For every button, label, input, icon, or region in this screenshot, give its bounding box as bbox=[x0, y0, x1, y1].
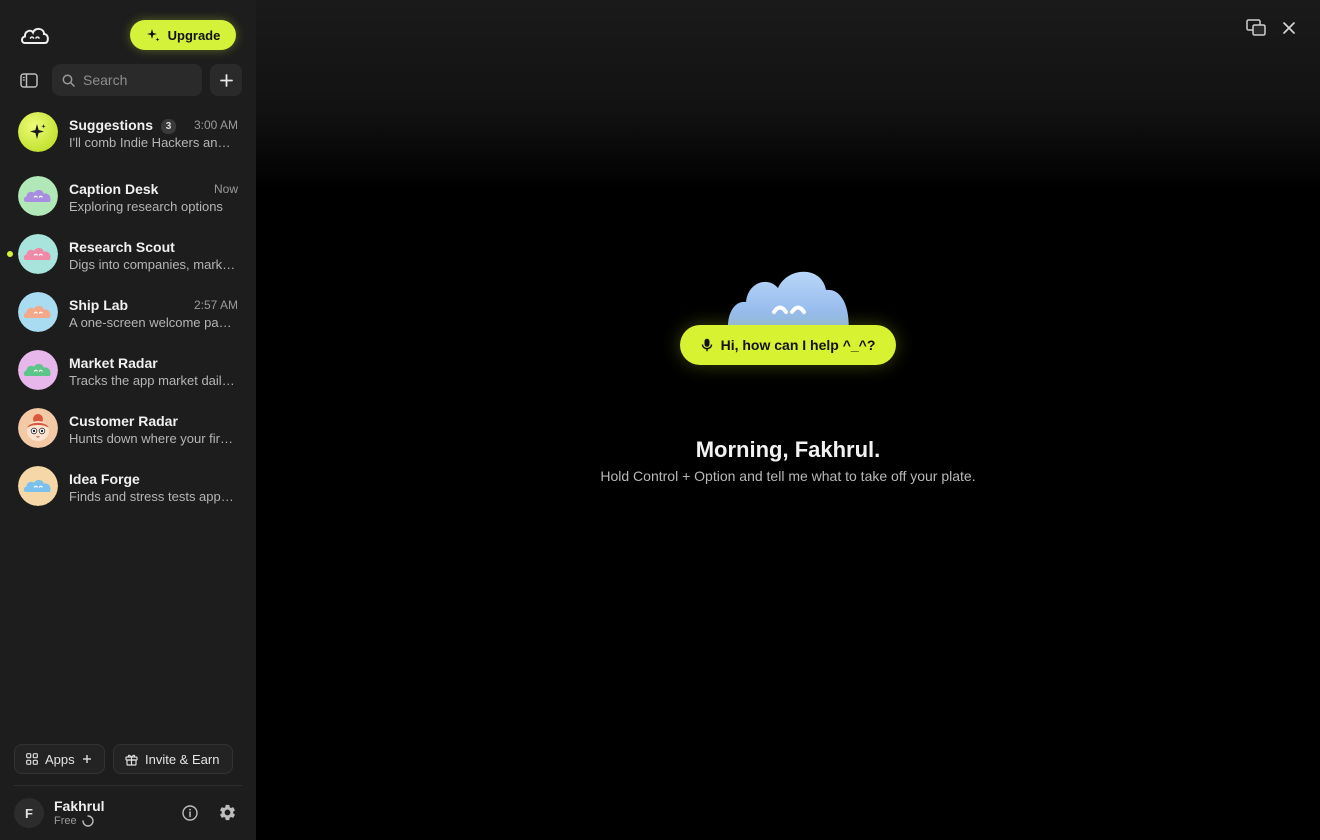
idea-forge-avatar bbox=[18, 466, 58, 506]
help-label: Hi, how can I help ^_^? bbox=[720, 337, 876, 353]
user-avatar[interactable]: F bbox=[14, 798, 44, 828]
sparkle-icon bbox=[146, 29, 160, 42]
upgrade-label: Upgrade bbox=[167, 27, 221, 43]
search-input[interactable] bbox=[83, 72, 193, 88]
apps-button[interactable]: Apps bbox=[14, 744, 105, 774]
chat-time: Now bbox=[213, 182, 238, 196]
plus-icon bbox=[82, 755, 91, 763]
invite-earn-button[interactable]: Invite & Earn bbox=[113, 744, 233, 774]
sidebar: Upgrade Search Suggestions 3 3:00 AM I'l… bbox=[0, 0, 256, 840]
sidebar-toggle-icon[interactable] bbox=[18, 70, 40, 90]
sparkle-icon bbox=[18, 112, 58, 152]
chat-preview: Digs into companies, markets and people bbox=[69, 257, 237, 272]
chat-item-caption-desk[interactable]: Caption Desk Now Exploring research opti… bbox=[0, 168, 256, 226]
chat-preview: A one-screen welcome page for your app bbox=[69, 315, 237, 330]
caption-desk-avatar bbox=[18, 176, 58, 216]
divider bbox=[14, 785, 242, 786]
chat-item-customer-radar[interactable]: Customer Radar Hunts down where your fir… bbox=[0, 400, 256, 458]
research-scout-avatar bbox=[18, 234, 58, 274]
chat-preview: Tracks the app market daily for you bbox=[69, 373, 237, 388]
suggestions-avatar bbox=[18, 112, 58, 152]
chat-name: Market Radar bbox=[69, 355, 158, 371]
chat-item-suggestions[interactable]: Suggestions 3 3:00 AM I'll comb Indie Hac… bbox=[0, 104, 256, 162]
unread-dot bbox=[7, 251, 13, 257]
search-icon bbox=[62, 74, 75, 87]
chat-preview: I'll comb Indie Hackers and Reddit for y… bbox=[69, 135, 237, 150]
chat-item-ship-lab[interactable]: Ship Lab 2:57 AM A one-screen welcome pa… bbox=[0, 284, 256, 342]
greeting-heading: Morning, Fakhrul. bbox=[695, 437, 881, 462]
voice-help-button[interactable]: Hi, how can I help ^_^? bbox=[680, 325, 896, 365]
chat-preview: Finds and stress tests app ideas bbox=[69, 489, 237, 504]
screen-share-icon[interactable] bbox=[1246, 19, 1266, 37]
chat-name: Research Scout bbox=[69, 239, 175, 255]
user-name: Fakhrul bbox=[54, 798, 105, 814]
chat-name: Idea Forge bbox=[69, 471, 140, 487]
customer-radar-avatar bbox=[18, 408, 58, 448]
gear-icon[interactable] bbox=[218, 803, 237, 822]
chat-preview: Exploring research options bbox=[69, 199, 223, 214]
chat-name: Caption Desk bbox=[69, 181, 159, 197]
main-panel: Hi, how can I help ^_^? Morning, Fakhrul… bbox=[256, 0, 1320, 840]
chat-item-idea-forge[interactable]: Idea Forge Finds and stress tests app id… bbox=[0, 458, 256, 516]
search-box[interactable] bbox=[52, 64, 202, 96]
gift-icon bbox=[125, 754, 138, 766]
ship-lab-avatar bbox=[18, 292, 58, 332]
grid-icon bbox=[26, 753, 38, 765]
chat-time: 2:57 AM bbox=[193, 298, 238, 312]
shortcut-hint: Hold Control + Option and tell me what t… bbox=[600, 468, 976, 484]
invite-earn-label: Invite & Earn bbox=[145, 751, 220, 767]
info-icon[interactable] bbox=[181, 804, 199, 822]
upgrade-button[interactable]: Upgrade bbox=[130, 20, 236, 50]
chat-name: Customer Radar bbox=[69, 413, 178, 429]
user-plan: Free bbox=[54, 815, 94, 827]
chat-item-market-radar[interactable]: Market Radar Tracks the app market daily… bbox=[0, 342, 256, 400]
close-icon[interactable] bbox=[1281, 20, 1297, 36]
chat-name: Suggestions bbox=[69, 117, 154, 133]
loading-spinner-icon bbox=[81, 815, 94, 827]
apps-label: Apps bbox=[45, 751, 75, 767]
cloud-logo-icon[interactable] bbox=[20, 24, 50, 46]
plus-icon bbox=[219, 73, 233, 87]
market-radar-avatar bbox=[18, 350, 58, 390]
chat-name: Ship Lab bbox=[69, 297, 129, 313]
microphone-icon bbox=[701, 338, 712, 352]
chat-item-research-scout[interactable]: Research Scout Digs into companies, mark… bbox=[0, 226, 256, 284]
plan-label: Free bbox=[54, 815, 77, 827]
unread-count-badge: 3 bbox=[161, 119, 177, 134]
chat-preview: Hunts down where your first users hang o… bbox=[69, 431, 237, 446]
chat-time: 3:00 AM bbox=[193, 118, 238, 132]
new-chat-button[interactable] bbox=[210, 64, 242, 96]
